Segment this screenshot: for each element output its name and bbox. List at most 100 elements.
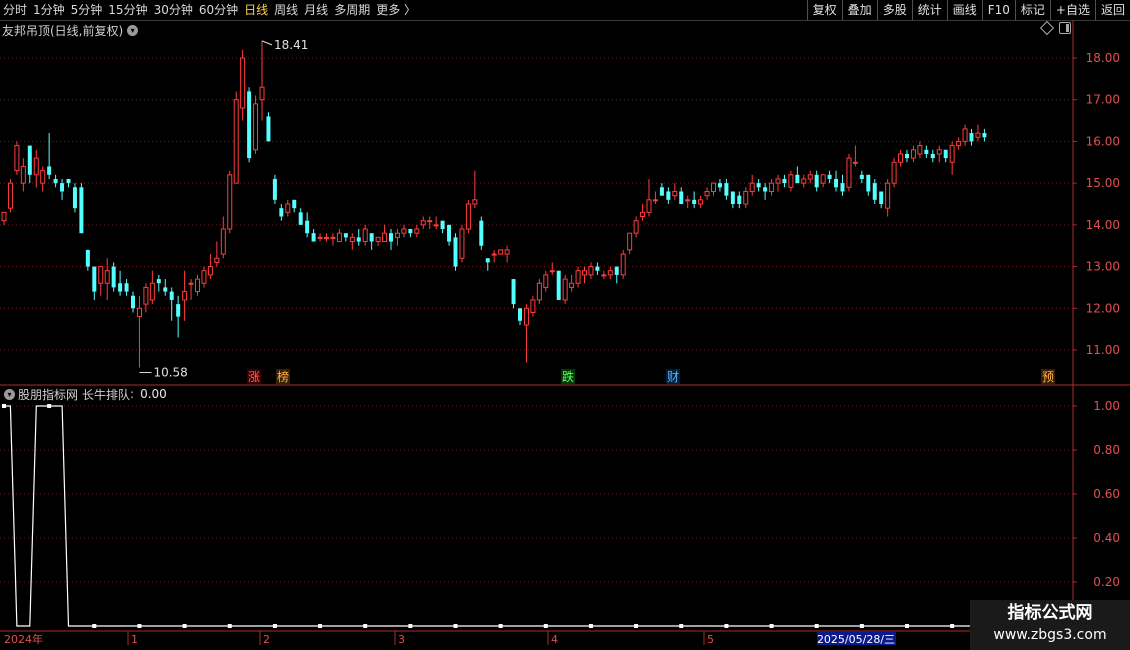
candle-body xyxy=(704,190,710,197)
price-tick-label: 17.00 xyxy=(1086,93,1120,107)
candle-body xyxy=(910,149,916,159)
candle-body xyxy=(85,249,90,267)
candle-body xyxy=(201,270,207,284)
candle-body xyxy=(956,140,962,147)
candle-body xyxy=(414,228,420,234)
candle-body xyxy=(898,153,904,163)
candle-body xyxy=(440,220,445,230)
indicator-point xyxy=(769,624,774,628)
candle-body xyxy=(840,183,845,192)
candle-body xyxy=(859,174,864,179)
indicator-point xyxy=(498,624,503,628)
candle-body xyxy=(111,266,116,288)
indicator-point xyxy=(634,624,639,628)
candle-body xyxy=(743,190,749,205)
indicator-point xyxy=(453,624,458,628)
price-tick-label: 11.00 xyxy=(1086,343,1120,357)
candle-body xyxy=(240,57,246,109)
candle-body xyxy=(124,283,129,292)
indicator-point xyxy=(92,624,97,628)
candle-body xyxy=(394,232,400,238)
indicator-point xyxy=(588,624,593,628)
marker-badge[interactable]: 榜 xyxy=(277,369,289,384)
price-tick-label: 12.00 xyxy=(1086,301,1120,315)
candle-body xyxy=(536,282,542,301)
candle-body xyxy=(233,99,239,184)
candle-body xyxy=(47,166,52,175)
candle-body xyxy=(763,187,768,192)
candle-body xyxy=(266,116,271,142)
candle-body xyxy=(433,224,439,227)
candle-body xyxy=(575,270,581,284)
candle-body xyxy=(530,299,536,313)
indicator-tick-label: 0.40 xyxy=(1093,531,1120,545)
candle-body xyxy=(885,182,891,209)
candle-body xyxy=(543,274,549,288)
candle-body xyxy=(801,178,807,184)
candle-body xyxy=(769,182,775,192)
candle-body xyxy=(131,295,135,309)
chart-canvas[interactable]: 18.0017.0016.0015.0014.0013.0012.0011.00… xyxy=(0,0,1130,650)
candle-body xyxy=(98,266,104,284)
candle-body xyxy=(176,304,181,317)
indicator-point xyxy=(227,624,232,628)
candle-body xyxy=(214,257,220,263)
candle-body xyxy=(646,199,652,213)
indicator-point xyxy=(905,624,909,628)
candle-body xyxy=(156,279,161,284)
candle-body xyxy=(324,236,329,239)
time-month-label: 5 xyxy=(707,633,714,646)
marker-badge[interactable]: 涨 xyxy=(248,369,260,384)
candle-body xyxy=(782,178,787,184)
candle-body xyxy=(556,270,561,300)
candle-body xyxy=(14,145,20,172)
indicator-tick-label: 0.60 xyxy=(1093,487,1120,501)
marker-badge[interactable]: 财 xyxy=(667,370,679,384)
candle-body xyxy=(905,153,909,159)
candle-body xyxy=(401,228,407,234)
candle-body xyxy=(420,220,426,226)
candle-body xyxy=(698,199,704,205)
candle-body xyxy=(66,178,71,184)
candle-body xyxy=(491,253,497,256)
candle-body xyxy=(220,228,226,255)
candle-body xyxy=(188,282,194,285)
candle-body xyxy=(775,178,781,184)
candle-body xyxy=(795,174,800,184)
candle-body xyxy=(827,174,832,179)
indicator-tick-label: 0.80 xyxy=(1093,443,1120,457)
candle-body xyxy=(362,228,368,243)
watermark-title: 指标公式网 xyxy=(1007,603,1093,623)
candle-body xyxy=(143,286,149,305)
indicator-point xyxy=(318,624,323,628)
candle-body xyxy=(730,191,735,204)
candle-body xyxy=(272,178,277,200)
candle-body xyxy=(247,91,252,159)
indicator-point xyxy=(47,404,52,408)
indicator-point xyxy=(950,624,955,628)
marker-badge[interactable]: 预 xyxy=(1042,370,1054,384)
price-tick-label: 13.00 xyxy=(1086,260,1120,274)
watermark: 指标公式网 www.zbgs3.com xyxy=(970,600,1130,650)
candle-body xyxy=(633,220,639,234)
candle-body xyxy=(20,165,26,184)
candle-body xyxy=(92,266,97,292)
candle-body xyxy=(692,199,697,204)
indicator-tick-label: 0.20 xyxy=(1093,575,1120,589)
indicator-point xyxy=(724,624,729,628)
candle-body xyxy=(330,236,336,239)
indicator-line xyxy=(4,405,1043,627)
candle-body xyxy=(672,190,678,197)
indicator-point xyxy=(814,624,819,628)
indicator-point xyxy=(363,624,368,628)
candle-body xyxy=(305,220,310,234)
candle-body xyxy=(652,199,658,202)
candle-body xyxy=(975,132,981,138)
candle-body xyxy=(620,253,626,276)
candle-body xyxy=(253,103,259,151)
marker-badge[interactable]: 跌 xyxy=(562,369,574,384)
candle-body xyxy=(27,145,32,175)
candle-body xyxy=(659,187,664,196)
time-year-label: 2024年 xyxy=(4,632,43,646)
indicator-point xyxy=(859,624,864,628)
